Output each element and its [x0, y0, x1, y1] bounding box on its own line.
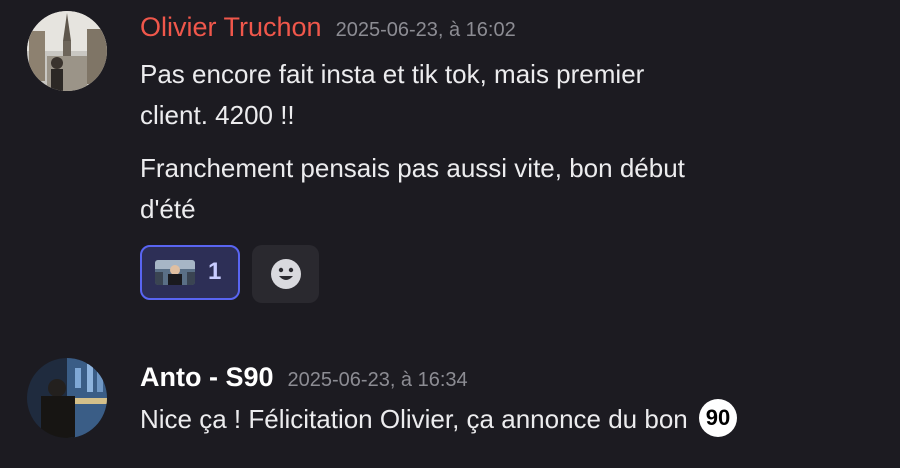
avatar-photo-icon: [27, 11, 107, 91]
timestamp: 2025-06-23, à 16:34: [287, 369, 468, 391]
chat-messages: Olivier Truchon 2025-06-23, à 16:02 Pas e…: [0, 0, 900, 468]
author-name[interactable]: Olivier Truchon: [140, 12, 322, 42]
message-anto: Anto - S90 2025-06-23, à 16:34 Nice ça ! …: [0, 340, 900, 468]
reaction-button[interactable]: 1: [140, 245, 240, 300]
message-text: Nice ça ! Félicitation Olivier, ça annon…: [140, 404, 688, 434]
message-line: Nice ça ! Félicitation Olivier, ça annon…: [140, 399, 737, 440]
message-line: Franchement pensais pas aussi vite, bon …: [140, 153, 685, 183]
reaction-count: 1: [208, 258, 222, 285]
smiley-add-reaction-icon: [271, 259, 301, 289]
avatar[interactable]: [27, 11, 107, 91]
author-name[interactable]: Anto - S90: [140, 362, 274, 392]
message-line: d'été: [140, 194, 196, 224]
message-line: Pas encore fait insta et tik tok, mais p…: [140, 59, 645, 89]
movie-scene-emoji-icon: [155, 260, 195, 285]
timestamp: 2025-06-23, à 16:02: [335, 19, 516, 41]
add-reaction-button[interactable]: [252, 245, 319, 303]
message-olivier: Olivier Truchon 2025-06-23, à 16:02 Pas e…: [0, 0, 900, 320]
avatar[interactable]: [27, 358, 107, 438]
message-line: client. 4200 !!: [140, 100, 295, 130]
avatar-photo-icon: [27, 358, 107, 438]
badge-90-emoji: 90: [698, 399, 737, 438]
